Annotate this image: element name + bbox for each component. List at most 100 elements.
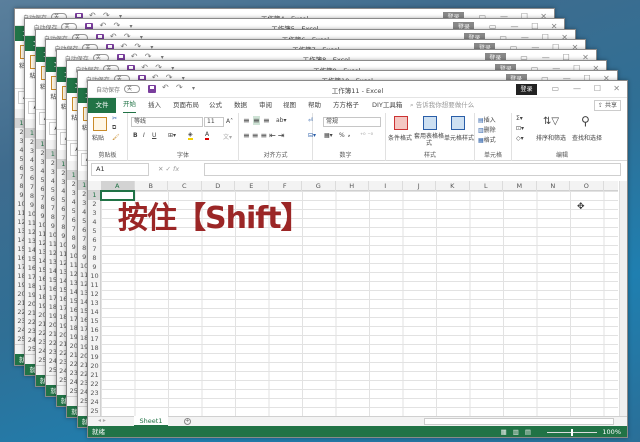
bold-button[interactable]: B [133, 132, 138, 139]
cancel-icon[interactable]: ✕ [158, 165, 166, 173]
row-header-20[interactable]: 20 [88, 362, 101, 371]
column-header-L[interactable]: L [470, 181, 503, 191]
delete-cells-button[interactable]: ▥删除 [478, 125, 496, 134]
row-header-10[interactable]: 10 [88, 272, 101, 281]
find-select-icon[interactable]: ⚲ [581, 114, 590, 128]
row-header-11[interactable]: 11 [88, 281, 101, 290]
column-header-N[interactable]: N [537, 181, 570, 191]
row-header-5[interactable]: 5 [88, 227, 101, 236]
tab-review[interactable]: 审阅 [259, 98, 272, 113]
tab-diy-toolbox[interactable]: DIY工具箱 [372, 98, 402, 113]
find-select-button[interactable]: 查找和选择 [572, 133, 602, 142]
borders-icon[interactable]: ⊞▾ [168, 132, 176, 139]
font-size-select[interactable]: 11 [204, 117, 224, 127]
zoom-slider[interactable] [547, 429, 597, 436]
fill-color-icon[interactable]: ◈ [188, 131, 193, 140]
formula-input[interactable] [204, 163, 621, 176]
tab-formulas[interactable]: 公式 [209, 98, 222, 113]
row-header-22[interactable]: 22 [88, 380, 101, 389]
wrap-text-icon[interactable]: ⏎ [308, 117, 313, 124]
tab-view[interactable]: 视图 [283, 98, 296, 113]
accounting-format-icon[interactable]: ▦▾ [324, 132, 333, 139]
font-color-icon[interactable]: A [205, 131, 210, 140]
insert-function-button[interactable]: fx [173, 165, 179, 173]
format-cells-button[interactable]: ▦格式 [478, 135, 496, 144]
decimal-icons[interactable]: ⁺⁰ ⁻⁰ [360, 132, 373, 139]
insert-cells-button[interactable]: ▤插入 [478, 115, 496, 124]
maximize-icon[interactable]: ☐ [594, 84, 601, 93]
row-header-15[interactable]: 15 [88, 317, 101, 326]
enter-icon[interactable]: ✓ [166, 165, 174, 173]
font-name-select[interactable]: 等线 [131, 117, 203, 127]
row-header-2[interactable]: 2 [88, 200, 101, 209]
align-middle-icon[interactable]: ≡ [253, 116, 260, 125]
ribbon-display-icon[interactable]: ▭ [551, 84, 559, 93]
row-header-8[interactable]: 8 [88, 254, 101, 263]
title-bar[interactable]: 自动保存 关 ↶ ↷ ▾ 工作簿11 - Excel 登录 ▭ — ☐ ✕ [88, 81, 627, 98]
column-header-F[interactable]: F [269, 181, 302, 191]
sheet-nav-arrows[interactable]: ◂ ▸ [98, 417, 106, 424]
merge-center-icon[interactable]: ⊟▾ [308, 132, 316, 139]
row-header-12[interactable]: 12 [88, 290, 101, 299]
paste-icon[interactable] [93, 117, 107, 131]
column-header-C[interactable]: C [168, 181, 202, 191]
grow-font-icon[interactable]: A˄ [226, 118, 233, 125]
row-header-6[interactable]: 6 [88, 236, 101, 245]
sort-filter-icon[interactable]: ⇅▽ [543, 116, 559, 127]
row-header-13[interactable]: 13 [88, 299, 101, 308]
horizontal-align-icons[interactable]: ≡≡≡⇤⇥ [243, 131, 287, 140]
row-header-3[interactable]: 3 [88, 209, 101, 218]
column-header-O[interactable]: O [570, 181, 604, 191]
minimize-icon[interactable]: — [573, 84, 581, 93]
align-bottom-icon[interactable]: ≡ [263, 116, 270, 125]
format-as-table-button[interactable]: 套用表格格式 [414, 133, 444, 147]
zoom-level[interactable]: 100% [602, 426, 621, 437]
row-header-16[interactable]: 16 [88, 326, 101, 335]
row-header-17[interactable]: 17 [88, 335, 101, 344]
conditional-format-icon[interactable] [394, 116, 408, 130]
row-header-25[interactable]: 25 [88, 407, 101, 416]
column-header-I[interactable]: I [369, 181, 403, 191]
row-header-18[interactable]: 18 [88, 344, 101, 353]
format-painter-icon[interactable]: 🖌 [112, 134, 120, 141]
comma-button[interactable]: , [348, 131, 350, 138]
row-header-23[interactable]: 23 [88, 389, 101, 398]
tab-insert[interactable]: 插入 [148, 98, 161, 113]
fill-icon[interactable]: ⊡▾ [516, 125, 524, 132]
sort-filter-button[interactable]: 排序和筛选 [536, 133, 566, 142]
row-header-21[interactable]: 21 [88, 371, 101, 380]
horizontal-scrollbar[interactable] [424, 418, 614, 425]
share-button[interactable]: ⇪ 共享 [594, 100, 621, 111]
cell-styles-icon[interactable] [451, 116, 465, 130]
tab-help[interactable]: 帮助 [308, 98, 321, 113]
login-button[interactable]: 登录 [516, 84, 537, 95]
conditional-format-button[interactable]: 条件格式 [388, 133, 412, 142]
row-header-14[interactable]: 14 [88, 308, 101, 317]
orientation-icon[interactable]: ab▾ [276, 117, 287, 124]
phonetic-icon[interactable]: 文▾ [223, 132, 232, 141]
column-header-D[interactable]: D [202, 181, 235, 191]
column-header-K[interactable]: K [436, 181, 470, 191]
number-format-select[interactable]: 常规 [323, 117, 381, 127]
autosum-icon[interactable]: Σ▾ [516, 115, 523, 122]
row-header-24[interactable]: 24 [88, 398, 101, 407]
row-header-9[interactable]: 9 [88, 263, 101, 272]
row-header-4[interactable]: 4 [88, 218, 101, 227]
column-header-E[interactable]: E [235, 181, 269, 191]
percent-button[interactable]: % [339, 132, 345, 139]
tab-page-layout[interactable]: 页面布局 [173, 98, 199, 113]
excel-window-front[interactable]: 自动保存 关 ↶ ↷ ▾ 工作簿11 - Excel 登录 ▭ — ☐ ✕ 文件… [87, 80, 628, 438]
tab-file[interactable]: 文件 [88, 98, 116, 113]
italic-button[interactable]: I [143, 132, 145, 139]
paste-button[interactable]: 粘贴 [92, 133, 104, 142]
tab-fangfang[interactable]: 方方格子 [333, 98, 359, 113]
view-buttons[interactable]: ▦▥▤ [501, 426, 537, 437]
name-box[interactable]: A1 [91, 163, 149, 176]
column-header-G[interactable]: G [302, 181, 336, 191]
cell-styles-button[interactable]: 单元格样式 [444, 133, 474, 142]
column-header-B[interactable]: B [135, 181, 168, 191]
column-header-M[interactable]: M [503, 181, 537, 191]
row-header-7[interactable]: 7 [88, 245, 101, 254]
copy-icon[interactable]: ⧉ [112, 124, 116, 132]
column-header-H[interactable]: H [336, 181, 369, 191]
